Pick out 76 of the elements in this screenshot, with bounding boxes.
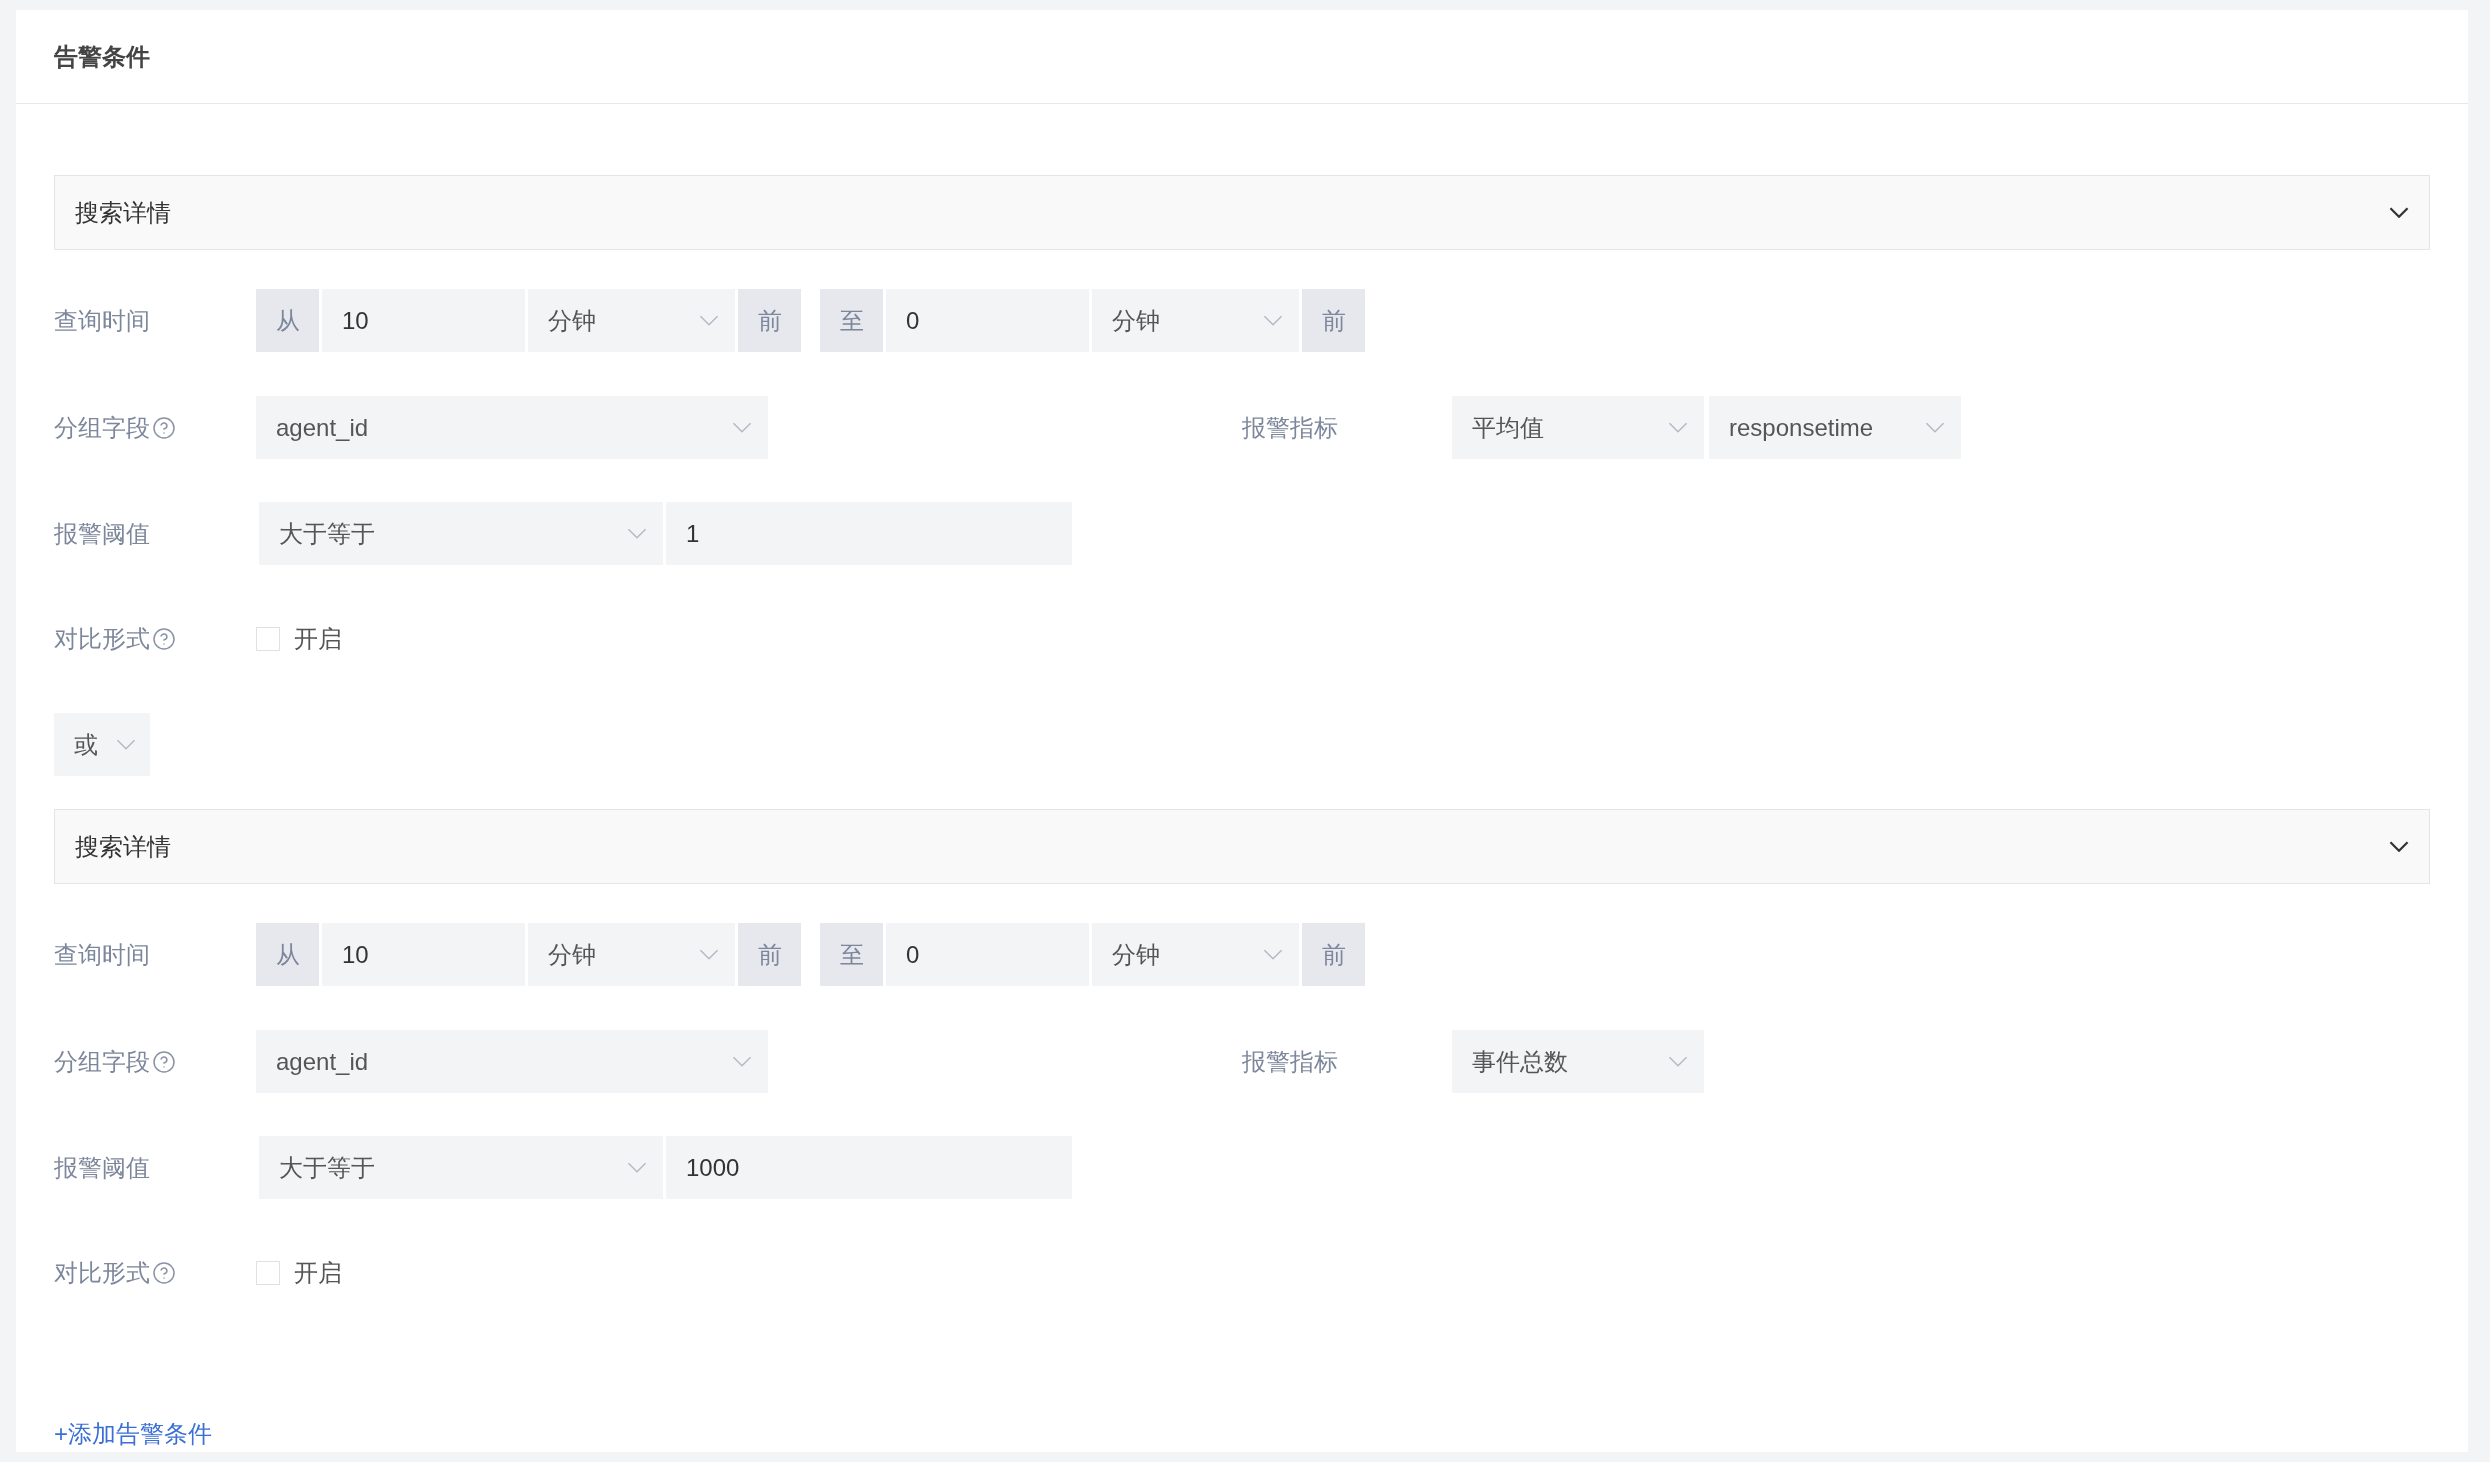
logic-select[interactable]: 或 xyxy=(54,713,150,776)
select-dropdown[interactable]: 分钟 xyxy=(528,289,735,352)
input-addon: 从 xyxy=(256,923,319,986)
field-label: 分组字段 xyxy=(54,412,150,443)
chevron-down-icon xyxy=(732,422,752,433)
field-label: 报警阈值 xyxy=(54,518,150,549)
chevron-down-icon xyxy=(627,1162,647,1173)
select-dropdown[interactable]: 分钟 xyxy=(528,923,735,986)
checkbox[interactable] xyxy=(256,627,280,651)
select-value: agent_id xyxy=(276,1046,369,1077)
chevron-down-icon xyxy=(699,949,719,960)
field-label: 报警指标 xyxy=(1242,1047,1338,1075)
input-addon: 前 xyxy=(1302,923,1365,986)
help-icon[interactable] xyxy=(152,1261,176,1285)
chevron-down-icon xyxy=(116,739,136,750)
select-value: 分钟 xyxy=(1112,939,1160,970)
field-label: 查询时间 xyxy=(54,305,150,336)
select-value: 或 xyxy=(74,729,98,760)
chevron-down-icon xyxy=(2389,207,2409,218)
input-addon: 前 xyxy=(1302,289,1365,352)
help-icon[interactable] xyxy=(152,627,176,651)
chevron-down-icon xyxy=(1668,1056,1688,1067)
field-label: 对比形式 xyxy=(54,1258,150,1288)
chevron-down-icon xyxy=(627,528,647,539)
select-value: responsetime xyxy=(1729,412,1874,443)
input-field[interactable]: 10 xyxy=(322,289,525,352)
select-value: 平均值 xyxy=(1472,412,1544,443)
chevron-down-icon xyxy=(732,1056,752,1067)
select-value: 事件总数 xyxy=(1472,1046,1568,1077)
select-value: 分钟 xyxy=(548,305,596,336)
select-dropdown[interactable]: agent_id xyxy=(256,1030,768,1093)
input-field[interactable]: 1 xyxy=(666,502,1072,565)
select-value: 大于等于 xyxy=(279,1152,375,1183)
select-value: 大于等于 xyxy=(279,518,375,549)
select-dropdown[interactable]: agent_id xyxy=(256,396,768,459)
field-label: 查询时间 xyxy=(54,939,150,970)
input-field[interactable]: 0 xyxy=(886,923,1089,986)
panel-header[interactable]: 搜索详情 xyxy=(54,809,2430,884)
chevron-down-icon xyxy=(699,315,719,326)
select-value: agent_id xyxy=(276,412,369,443)
chevron-down-icon xyxy=(1263,315,1283,326)
input-addon: 至 xyxy=(820,289,883,352)
chevron-down-icon xyxy=(1925,422,1945,433)
chevron-down-icon xyxy=(1668,422,1688,433)
panel-header[interactable]: 搜索详情 xyxy=(54,175,2430,250)
input-addon: 前 xyxy=(738,923,801,986)
field-label: 分组字段 xyxy=(54,1046,150,1077)
field-label: 报警指标 xyxy=(1242,413,1338,441)
select-value: 分钟 xyxy=(548,939,596,970)
input-field[interactable]: 10 xyxy=(322,923,525,986)
select-dropdown[interactable]: 大于等于 xyxy=(259,1136,663,1199)
help-icon[interactable] xyxy=(152,1049,176,1074)
input-addon: 至 xyxy=(820,923,883,986)
chevron-down-icon xyxy=(2389,841,2409,852)
input-field[interactable]: 1000 xyxy=(666,1136,1072,1199)
checkbox[interactable] xyxy=(256,1261,280,1285)
panel-title: 搜索详情 xyxy=(75,831,171,862)
input-field[interactable]: 0 xyxy=(886,289,1089,352)
select-dropdown[interactable]: 事件总数 xyxy=(1452,1030,1704,1093)
section-title: 告警条件 xyxy=(54,41,150,72)
input-addon: 前 xyxy=(738,289,801,352)
field-label: 对比形式 xyxy=(54,624,150,654)
field-label: 报警阈值 xyxy=(54,1152,150,1183)
help-icon[interactable] xyxy=(152,415,176,440)
select-dropdown[interactable]: responsetime xyxy=(1709,396,1961,459)
add-condition-link[interactable]: +添加告警条件 xyxy=(54,1416,212,1452)
input-addon: 从 xyxy=(256,289,319,352)
chevron-down-icon xyxy=(1263,949,1283,960)
checkbox-label: 开启 xyxy=(294,624,342,654)
select-dropdown[interactable]: 分钟 xyxy=(1092,923,1299,986)
select-dropdown[interactable]: 分钟 xyxy=(1092,289,1299,352)
panel-title: 搜索详情 xyxy=(75,197,171,228)
select-dropdown[interactable]: 平均值 xyxy=(1452,396,1704,459)
checkbox-label: 开启 xyxy=(294,1258,342,1288)
select-dropdown[interactable]: 大于等于 xyxy=(259,502,663,565)
select-value: 分钟 xyxy=(1112,305,1160,336)
